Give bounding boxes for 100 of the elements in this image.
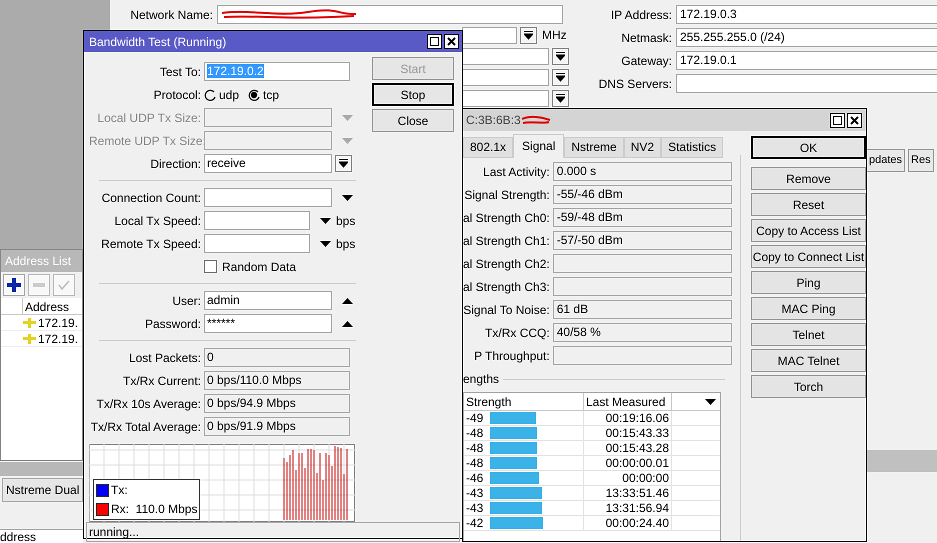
table-cell-text: -43 [466,500,484,517]
minus-icon [33,283,45,287]
address-icon [23,334,36,344]
dropdown-button[interactable] [335,155,352,172]
dialog-button[interactable]: Remove [751,167,866,190]
input-field[interactable]: admin [204,291,332,310]
close-button[interactable] [444,34,459,49]
checkbox-label: Random Data [222,258,296,276]
add-button[interactable] [3,274,25,296]
table-cell-text: -48 [466,425,484,442]
dialog-button[interactable]: Close [372,109,454,132]
dropdown-button[interactable] [552,69,569,86]
text-field[interactable] [676,74,937,93]
table-cell-text: 172.19. [38,330,78,348]
dialog-button[interactable]: Ping [751,271,866,294]
tab[interactable]: NV2 [624,137,662,158]
field-label: Signal To Noise: [463,302,550,318]
field-label: Tx/Rx 10s Average: [96,396,201,412]
collapse-arrow-icon [342,298,353,304]
maximize-button[interactable] [427,34,442,49]
field-label: Last Activity: [482,164,550,180]
table-row[interactable]: 172.19. [1,331,82,347]
dialog-button[interactable]: Copy to Access List [751,219,866,242]
dropdown-button[interactable] [552,90,569,107]
readonly-field: -59/-48 dBm [552,208,732,227]
dialog-button[interactable]: Reset [751,193,866,216]
readonly-field: 40/58 % [552,323,732,342]
dropdown-button[interactable] [520,26,537,44]
close-button[interactable] [847,112,862,128]
dialog-button[interactable]: Copy to Connect List [751,245,866,268]
radio-button[interactable]: tcp [248,86,280,104]
field-label: Signal Strength: [463,186,550,204]
field-label: al Strength Ch3: [463,278,550,296]
tab[interactable]: Nstreme Dual [2,478,84,502]
input-field[interactable]: ****** [204,314,332,333]
field-label: Remote Tx Speed: [100,236,201,252]
text-field[interactable] [462,26,517,44]
table-cell-text: -48 [466,440,484,457]
unit-label: bps [336,236,356,252]
field-label: Netmask: [620,30,672,46]
tab[interactable]: 802.1x [463,137,514,158]
table-cell: 00:00:24.40 [584,516,672,530]
text-field[interactable]: 172.19.0.3 [676,5,937,24]
input-field[interactable] [204,188,332,207]
text-field[interactable]: 255.255.255.0 (/24) [676,28,937,47]
field-label: al Strength Ch0: [463,210,550,226]
text-field[interactable] [462,48,549,65]
tab[interactable]: Nstreme [564,137,624,158]
field-label: al Strength Ch1: [463,232,550,250]
dropdown-arrow-icon [556,94,565,103]
dropdown-arrow-icon [339,159,348,168]
field-label: Tx/Rx Current: [122,372,201,390]
toolbar-button[interactable]: pdates [866,149,906,172]
dropdown-arrow-icon [320,240,331,246]
text-field[interactable]: 172.19.0.1 [676,51,937,70]
field-label: Tx/Rx Total Average: [90,418,201,436]
table-cell: 00:15:43.28 [584,441,672,455]
table-cell-text: -46 [466,470,484,487]
input-field[interactable] [204,108,332,127]
maximize-button[interactable] [830,112,845,128]
table-cell-text: -43 [466,485,484,502]
field-label: Direction: [149,156,201,172]
dropdown-button[interactable] [552,48,569,65]
dialog-button[interactable]: OK [751,136,866,159]
dialog-button[interactable]: Stop [372,83,454,106]
toolbar-button[interactable]: Res [908,149,934,172]
network-name-field[interactable] [217,5,563,24]
maximize-icon [833,116,842,124]
input-field[interactable] [204,234,310,253]
window-title: C:3B:6B:3 [466,112,521,129]
table-row[interactable]: 172.19. [1,315,82,331]
field-label: Protocol: [152,86,201,104]
radio-button[interactable]: udp [204,86,240,104]
dialog-button[interactable]: MAC Telnet [751,349,866,372]
dropdown-arrow-icon [524,30,533,40]
field-label: Password: [144,316,201,332]
dialog-button[interactable]: Telnet [751,323,866,346]
input-field[interactable] [204,131,332,150]
field-label: Tx/Rx CCQ: [484,324,550,342]
text-field[interactable] [462,69,549,86]
tab[interactable]: Statistics [661,137,724,158]
text-field[interactable] [462,90,549,107]
dropdown-arrow-icon [342,194,353,200]
dialog-button[interactable]: MAC Ping [751,297,866,320]
unit-label: bps [336,212,356,230]
table-cell: 00:15:43.33 [584,426,672,440]
input-field[interactable]: receive [204,154,332,173]
window-title: Address List [1,250,82,272]
selected-text: 172.19.0.2 [207,64,264,78]
table-cell: 13:31:56.94 [584,501,672,515]
input-field[interactable] [204,211,310,230]
field-label: Connection Count: [100,190,201,206]
dialog-button[interactable]: Torch [751,375,866,398]
status-bar: running... [86,522,460,542]
dropdown-arrow-icon [556,73,565,82]
table-cell: 13:33:51.46 [584,486,672,500]
field-label: Gateway: [620,52,672,70]
legend-label: Tx: [111,482,128,499]
tab[interactable]: Signal [513,134,564,158]
checkbox[interactable] [204,260,217,273]
